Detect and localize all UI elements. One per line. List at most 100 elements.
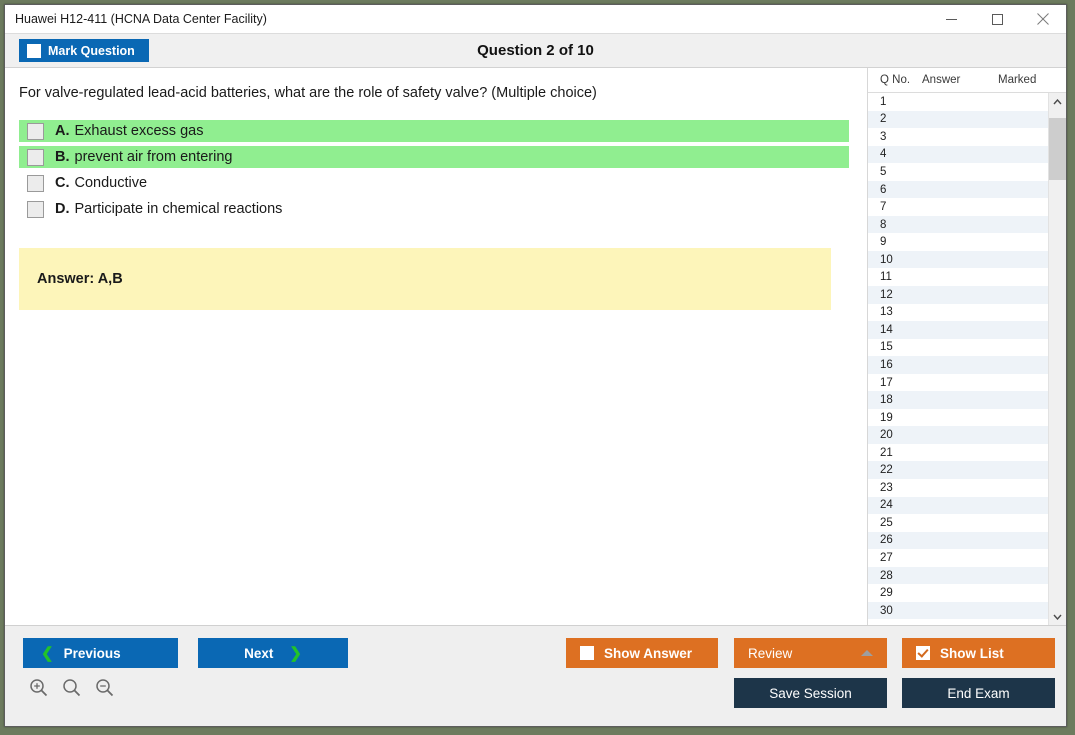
question-pane: For valve-regulated lead-acid batteries,… [5, 68, 867, 625]
zoom-out-button[interactable] [95, 678, 114, 702]
question-list-scroll-area: 1 2 3 4 5 6 7 8 9 10 11 12 13 14 15 16 17 18 19 20 21 22 23 24 2… [868, 93, 1066, 625]
question-list-scrollbar[interactable] [1048, 93, 1066, 625]
option-letter: A. [55, 123, 70, 140]
save-session-button[interactable]: Save Session [734, 678, 887, 708]
question-list-row[interactable]: 6 [868, 180, 1048, 199]
question-list-row[interactable]: 2 [868, 110, 1048, 129]
cell-qno: 1 [880, 95, 887, 108]
question-list-row[interactable]: 24 [868, 496, 1048, 515]
cell-qno: 27 [880, 551, 893, 564]
scrollbar-track[interactable] [1049, 110, 1066, 608]
scroll-down-button[interactable] [1049, 608, 1066, 625]
show-answer-checkbox[interactable] [580, 646, 594, 660]
chevron-down-icon [1053, 614, 1062, 620]
question-list-row[interactable]: 7 [868, 198, 1048, 216]
window-controls [928, 5, 1066, 33]
cell-qno: 29 [880, 587, 893, 600]
cell-qno: 30 [880, 604, 893, 617]
options-list: A. Exhaust excess gas B. prevent air from e… [5, 120, 867, 220]
question-counter-title: Question 2 of 10 [477, 42, 594, 59]
question-list-panel: Q No. Answer Marked 1 2 3 4 5 6 7 8 9 10 11 12 13 14 1… [867, 68, 1066, 625]
column-header-answer: Answer [922, 74, 961, 86]
next-label: Next [244, 645, 274, 661]
scroll-up-button[interactable] [1049, 93, 1066, 110]
option-letter: C. [55, 175, 70, 192]
title-bar: Huawei H12-411 (HCNA Data Center Facilit… [5, 5, 1066, 33]
question-list-row[interactable]: 13 [868, 304, 1048, 322]
close-button[interactable] [1020, 5, 1066, 33]
mark-question-label: Mark Question [48, 43, 135, 58]
question-list-row[interactable]: 19 [868, 409, 1048, 427]
question-list-row[interactable]: 26 [868, 531, 1048, 550]
option-text: Conductive [74, 175, 148, 192]
review-dropdown[interactable]: Review [734, 638, 887, 668]
question-list-row[interactable]: 30 [868, 601, 1048, 620]
question-list-rows[interactable]: 1 2 3 4 5 6 7 8 9 10 11 12 13 14 15 16 17 18 19 20 21 22 23 24 2… [868, 93, 1048, 625]
zoom-in-button[interactable] [29, 678, 48, 702]
option-checkbox[interactable] [27, 148, 44, 166]
question-list-row[interactable]: 12 [868, 286, 1048, 304]
bottom-toolbar: ❮ Previous Next ❯ Show Answer Review Sho… [5, 625, 1066, 726]
question-list-row[interactable]: 22 [868, 461, 1048, 480]
end-exam-label: End Exam [947, 685, 1010, 701]
question-list-row[interactable]: 28 [868, 566, 1048, 585]
option-row[interactable]: A. Exhaust excess gas [19, 120, 849, 143]
previous-label: Previous [63, 645, 121, 661]
zoom-reset-button[interactable] [62, 678, 81, 702]
column-header-qno: Q No. [880, 74, 911, 86]
chevron-left-icon: ❮ [41, 645, 54, 662]
option-checkbox[interactable] [27, 174, 44, 192]
question-list-row[interactable]: 17 [868, 374, 1048, 392]
maximize-icon [991, 13, 1003, 25]
question-list-row[interactable]: 10 [868, 250, 1048, 269]
question-list-row[interactable]: 16 [868, 356, 1048, 374]
question-list-row[interactable]: 25 [868, 514, 1048, 532]
maximize-button[interactable] [974, 5, 1020, 33]
question-list-row[interactable]: 14 [868, 321, 1048, 339]
previous-button[interactable]: ❮ Previous [23, 638, 178, 668]
cell-qno: 23 [880, 481, 893, 494]
cell-qno: 8 [880, 218, 887, 231]
question-list-row[interactable]: 4 [868, 145, 1048, 164]
option-row[interactable]: C. Conductive [19, 172, 849, 194]
mark-question-checkbox[interactable] [27, 43, 41, 58]
end-exam-button[interactable]: End Exam [902, 678, 1055, 708]
show-answer-button[interactable]: Show Answer [566, 638, 718, 668]
cell-qno: 28 [880, 569, 893, 582]
cell-qno: 6 [880, 183, 887, 196]
cell-qno: 15 [880, 341, 893, 354]
question-list-row[interactable]: 23 [868, 479, 1048, 497]
question-text: For valve-regulated lead-acid batteries,… [19, 85, 597, 101]
question-list-row[interactable]: 5 [868, 163, 1048, 181]
option-row[interactable]: D. Participate in chemical reactions [19, 198, 849, 220]
question-list-row[interactable]: 11 [868, 268, 1048, 286]
option-checkbox[interactable] [27, 122, 44, 140]
next-button[interactable]: Next ❯ [198, 638, 348, 668]
cell-qno: 20 [880, 429, 893, 442]
application-window: Huawei H12-411 (HCNA Data Center Facilit… [4, 4, 1067, 727]
show-list-button[interactable]: Show List [902, 638, 1055, 668]
question-list-row[interactable]: 29 [868, 584, 1048, 602]
show-list-checkbox[interactable] [916, 646, 930, 660]
zoom-in-icon [30, 679, 48, 697]
question-list-header: Q No. Answer Marked [868, 68, 1066, 93]
question-list-row[interactable]: 8 [868, 215, 1048, 234]
question-list-row[interactable]: 1 [868, 93, 1048, 111]
question-list-row[interactable]: 20 [868, 426, 1048, 444]
cell-qno: 10 [880, 253, 893, 266]
question-list-row[interactable]: 18 [868, 391, 1048, 409]
option-checkbox[interactable] [27, 200, 44, 218]
question-list-row[interactable]: 27 [868, 549, 1048, 567]
show-answer-label: Show Answer [604, 645, 693, 661]
mark-question-button[interactable]: Mark Question [19, 39, 149, 62]
zoom-out-icon [96, 679, 114, 697]
option-row[interactable]: B. prevent air from entering [19, 146, 849, 169]
question-list-row[interactable]: 3 [868, 128, 1048, 146]
question-list-row[interactable]: 15 [868, 339, 1048, 357]
option-letter: D. [55, 201, 70, 218]
minimize-button[interactable] [928, 5, 974, 33]
scrollbar-thumb[interactable] [1049, 118, 1066, 180]
cell-qno: 11 [880, 271, 892, 284]
question-list-row[interactable]: 9 [868, 233, 1048, 251]
question-list-row[interactable]: 21 [868, 444, 1048, 462]
